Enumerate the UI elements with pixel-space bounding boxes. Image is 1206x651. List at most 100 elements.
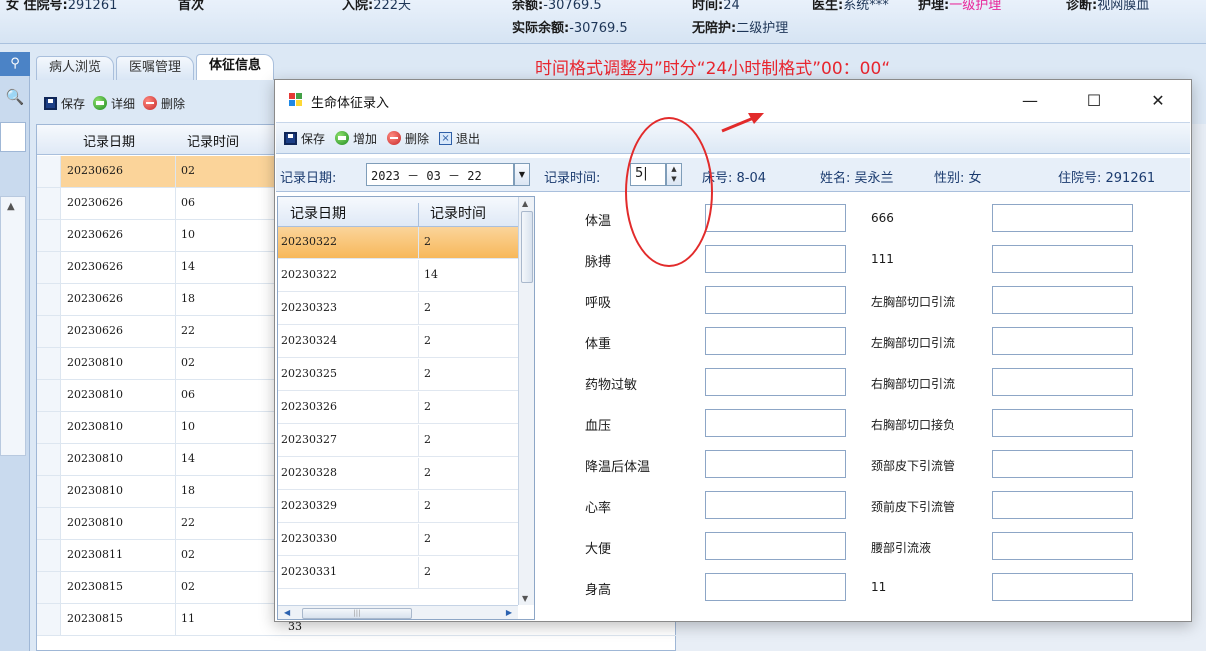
horizontal-scrollbar[interactable]: ◀ ||| ▶ [278,605,518,619]
save-button[interactable]: 保存 [284,130,325,147]
vital-label: 111 [871,252,894,266]
table-row[interactable]: 20230323 2 [278,293,518,325]
cell-record-date: 20230329 [281,499,337,512]
header-field: 实际余额:-30769.5 [512,21,628,36]
bg-delete-label: 删除 [161,96,186,111]
row-indicator [37,316,61,347]
vital-input[interactable] [992,327,1133,355]
row-indicator [37,572,61,603]
bg-delete-button[interactable]: 删除 [143,95,185,112]
cell-record-date: 20230626 [67,164,123,177]
vital-input[interactable] [992,450,1133,478]
cell-record-time: 06 [181,388,195,401]
scroll-down-icon[interactable]: ▼ [522,594,528,603]
table-row[interactable]: 20230322 2 [278,227,518,259]
search-icon[interactable]: 🔍 [0,88,30,110]
vital-input[interactable] [705,286,846,314]
vital-label: 降温后体温 [585,460,651,475]
vital-input[interactable] [992,245,1133,273]
table-row[interactable]: 20230331 2 [278,557,518,589]
table-row[interactable]: 20230329 2 [278,491,518,523]
delete-button[interactable]: 删除 [387,130,429,147]
scroll-left-icon[interactable]: ◀ [284,608,290,617]
cell-record-time: 02 [181,580,195,593]
cell-record-date: 20230815 [67,580,123,593]
pin-icon[interactable]: ⚲ [0,52,30,76]
cell-record-time: 18 [181,292,195,305]
row-indicator [37,604,61,635]
maximize-button[interactable]: ☐ [1071,86,1117,116]
bg-col-time[interactable]: 记录时间 [187,131,239,150]
scroll-up-icon[interactable]: ▲ [522,199,528,208]
close-button[interactable]: ✕ [1135,86,1181,116]
record-form-bar: 记录日期: 2023 － 03 － 22 ▼ 记录时间: 5| ▲ ▼ 床号: 8… [276,158,1190,192]
bg-detail-button[interactable]: 详细 [93,95,135,112]
cell-record-date: 20230810 [67,356,123,369]
cell-record-date: 20230330 [281,532,337,545]
vital-input[interactable] [705,532,846,560]
bg-save-button[interactable]: 保存 [44,95,85,112]
cell-record-time: 14 [181,260,195,273]
annotation-note: 时间格式调整为”时分“24小时制格式”00：00“ [535,59,891,79]
minimize-button[interactable]: — [1007,86,1053,116]
vital-signs-dialog: 生命体征录入 — ☐ ✕ 保存 增加 删除 × 退出 记录日期: 2023 － 0… [274,79,1192,622]
vertical-scrollbar[interactable]: ▲ ▼ [518,197,534,605]
scroll-up-icon[interactable]: ▲ [7,201,15,212]
header-field: 女 住院号:291261 [6,0,118,13]
row-indicator [37,220,61,251]
left-scrollbar[interactable]: ▲ [0,196,26,456]
vital-input[interactable] [705,368,846,396]
cell-record-time: 22 [181,516,195,529]
vital-input[interactable] [992,204,1133,232]
table-row[interactable]: 20230327 2 [278,425,518,457]
table-row[interactable]: 20230322 14 [278,260,518,292]
table-row[interactable]: 20230325 2 [278,359,518,391]
scroll-right-icon[interactable]: ▶ [506,608,512,617]
exit-button[interactable]: × 退出 [439,130,480,147]
vital-input[interactable] [992,409,1133,437]
vital-input[interactable] [705,245,846,273]
vital-input[interactable] [992,491,1133,519]
vital-input[interactable] [992,532,1133,560]
chevron-down-icon[interactable]: ▼ [514,163,530,186]
vital-input[interactable] [705,491,846,519]
cell-record-date: 20230327 [281,433,337,446]
dialog-grid-header: 记录日期 记录时间 [278,197,518,233]
tab-vital-signs[interactable]: 体征信息 [196,54,275,80]
cell-record-time: 2 [424,532,431,545]
vital-input[interactable] [705,327,846,355]
vital-input[interactable] [992,573,1133,601]
vital-input[interactable] [705,573,846,601]
cell-record-date: 20230626 [67,260,123,273]
table-row[interactable]: 20230326 2 [278,392,518,424]
cell-record-time: 2 [424,466,431,479]
table-row[interactable]: 20230330 2 [278,524,518,556]
table-row[interactable]: 20230324 2 [278,326,518,358]
vital-input[interactable] [705,204,846,232]
table-row[interactable]: 20230328 2 [278,458,518,490]
dialog-titlebar[interactable]: 生命体征录入 — ☐ ✕ [275,80,1191,122]
header-field: 护理:一级护理 [918,0,1002,13]
add-button[interactable]: 增加 [335,130,377,147]
col-record-date[interactable]: 记录日期 [290,203,346,223]
header-field: 医生:系统*** [812,0,889,13]
delete-label: 删除 [405,131,430,146]
cell-record-time: 06 [181,196,195,209]
tab-orders[interactable]: 医嘱管理 [116,56,195,80]
cell-record-time: 2 [424,301,431,314]
tab-patient-browse[interactable]: 病人浏览 [36,56,115,80]
vital-input[interactable] [992,286,1133,314]
hscroll-thumb[interactable]: ||| [302,608,412,619]
bg-col-date[interactable]: 记录日期 [83,131,135,150]
scroll-thumb[interactable] [521,211,533,283]
col-record-time[interactable]: 记录时间 [430,203,486,223]
cell-record-time: 2 [424,433,431,446]
vital-input[interactable] [705,450,846,478]
record-date-field[interactable]: 2023 － 03 － 22 [366,163,514,186]
cell-record-date: 20230322 [281,235,337,248]
record-date-label: 记录日期: [280,171,337,186]
vital-input[interactable] [992,368,1133,396]
vital-input[interactable] [705,409,846,437]
cell-record-date: 20230328 [281,466,337,479]
cell-record-time: 18 [181,484,195,497]
